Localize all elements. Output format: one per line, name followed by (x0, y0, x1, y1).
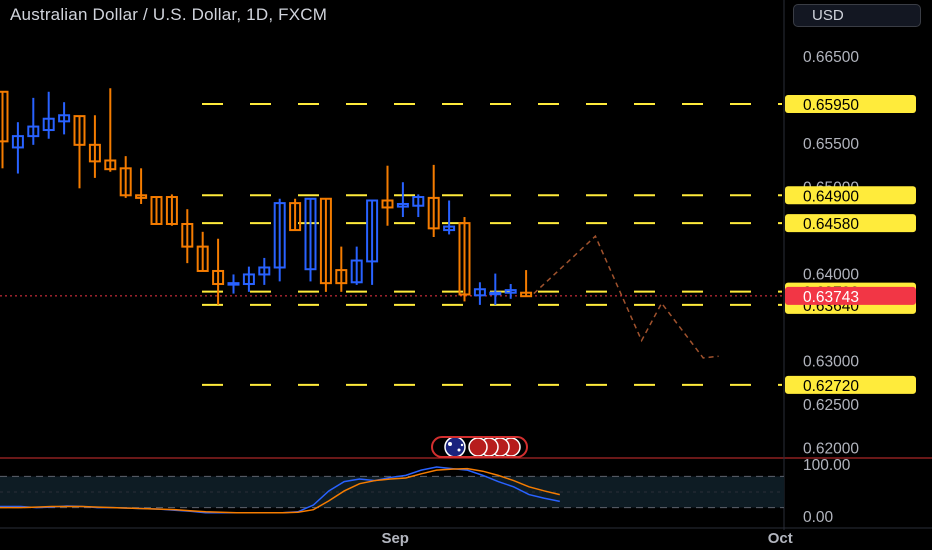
flag-star (460, 443, 464, 447)
price-tick-label: 0.64000 (803, 267, 859, 284)
oscillator-tick-label: 0.00 (803, 509, 834, 526)
current-price-label: 0.63743 (803, 289, 859, 306)
price-tick-label: 0.66500 (803, 49, 859, 66)
time-axis: Sep Oct (381, 530, 792, 547)
currency-button[interactable]: USD (793, 4, 921, 27)
stochastic-oscillator (0, 466, 784, 514)
level-badge-label: 0.64900 (803, 188, 859, 205)
chart-title: Australian Dollar / U.S. Dollar, 1D, FXC… (10, 5, 328, 24)
event-dot (468, 437, 488, 457)
time-tick-label: Oct (768, 530, 793, 547)
price-tick-label: 0.63000 (803, 354, 859, 371)
candle-body (0, 90, 9, 143)
projection-path (533, 234, 719, 359)
chart-canvas[interactable]: 0.665000.655000.650000.640000.630000.625… (0, 0, 932, 550)
projection-line (533, 234, 719, 359)
price-tick-label: 0.65500 (803, 136, 859, 153)
flag-star (448, 442, 452, 446)
level-badge-label: 0.65950 (803, 97, 859, 114)
oscillator-tick-label: 100.00 (803, 457, 851, 474)
time-tick-label: Sep (381, 530, 409, 547)
flag-star (457, 448, 461, 452)
horizontal-levels (0, 102, 784, 386)
candle-body (227, 282, 240, 286)
price-tick-label: 0.62500 (803, 397, 859, 414)
candles (0, 88, 533, 305)
economic-events-badge[interactable] (431, 436, 528, 458)
level-badge-label: 0.62720 (803, 378, 859, 395)
price-tick-label: 0.62000 (803, 441, 859, 458)
candle-body (489, 291, 502, 296)
level-badge-label: 0.64580 (803, 216, 859, 233)
australia-flag-icon (444, 436, 466, 458)
